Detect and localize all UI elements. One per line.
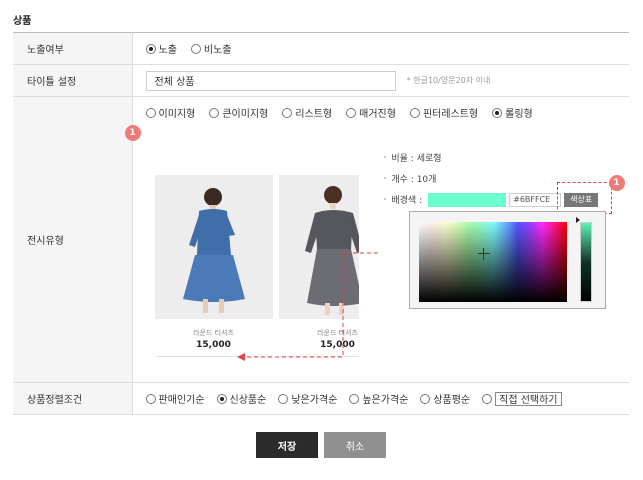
option-label: 리스트형 bbox=[295, 109, 333, 120]
annotation-badge: 1 bbox=[608, 175, 625, 191]
sort-option-high-price[interactable]: 높은가격순 bbox=[349, 391, 408, 406]
radio-unchecked-icon[interactable] bbox=[145, 393, 156, 404]
bgcolor-label: 배경색 : bbox=[391, 196, 423, 206]
display-type-option-list[interactable]: 리스트형 bbox=[282, 105, 332, 120]
option-label: 큰이미지형 bbox=[222, 109, 269, 120]
sort-option-popular[interactable]: 판매인기순 bbox=[145, 391, 205, 406]
radio-unchecked-icon[interactable] bbox=[482, 393, 493, 404]
visibility-radio-group: 노출 비노출 bbox=[145, 41, 630, 56]
option-label: 신상품순 bbox=[229, 395, 267, 406]
bullet-icon: · bbox=[383, 194, 387, 205]
annotation-arrow bbox=[236, 252, 378, 361]
section-title: 상품 bbox=[13, 16, 32, 27]
option-label: 비노출 bbox=[203, 45, 232, 56]
manual-select-button[interactable]: 직접 선택하기 bbox=[495, 391, 562, 406]
radio-unchecked-icon[interactable] bbox=[420, 393, 431, 404]
radio-unchecked-icon[interactable] bbox=[349, 393, 360, 404]
color-picker-crosshair-icon[interactable] bbox=[477, 248, 490, 260]
sort-radio-group: 판매인기순 신상품순 낮은가격순 높은가격순 상품평순 직접 선택하기 bbox=[145, 391, 630, 406]
display-type-option-pinterest[interactable]: 핀터레스트형 bbox=[409, 105, 479, 120]
annotation-highlight-box bbox=[556, 182, 612, 214]
form-actions: 저장 취소 bbox=[256, 432, 386, 458]
annotation-badge: 1 bbox=[124, 125, 141, 141]
display-type-option-rolling[interactable]: 롤링형 bbox=[492, 105, 533, 120]
display-type-label: 전시유형 bbox=[13, 96, 133, 383]
title-hint: * 한글10/영문20자 이내 bbox=[406, 76, 491, 85]
title-input[interactable] bbox=[145, 70, 396, 91]
ratio-line: · 비율 : 세로형 bbox=[384, 147, 599, 168]
radio-unchecked-icon[interactable] bbox=[346, 107, 357, 118]
product-settings-form: 노출여부 노출 비노출 타이틀 설정 * 한글10/영문20자 이내 전시유형 bbox=[13, 32, 629, 415]
ratio-text: 비율 : 세로형 bbox=[391, 154, 442, 164]
option-label: 매거진형 bbox=[359, 109, 396, 120]
sort-option-manual[interactable]: 직접 선택하기 bbox=[482, 391, 562, 406]
save-button[interactable]: 저장 bbox=[256, 432, 318, 458]
sort-option-review[interactable]: 상품평순 bbox=[420, 391, 470, 406]
radio-unchecked-icon[interactable] bbox=[190, 43, 201, 54]
radio-checked-icon[interactable] bbox=[216, 393, 227, 404]
option-label: 상품평순 bbox=[433, 395, 471, 406]
radio-unchecked-icon[interactable] bbox=[145, 107, 156, 118]
option-label: 롤링형 bbox=[505, 109, 533, 120]
sort-condition-label: 상품정렬조건 bbox=[13, 382, 133, 415]
visibility-option-show[interactable]: 노출 bbox=[145, 41, 177, 56]
radio-checked-icon[interactable] bbox=[145, 43, 156, 54]
bgcolor-hex-input[interactable] bbox=[509, 192, 562, 207]
title-setting-label: 타이틀 설정 bbox=[13, 64, 133, 97]
visibility-option-hide[interactable]: 비노출 bbox=[190, 41, 232, 56]
radio-unchecked-icon[interactable] bbox=[282, 107, 293, 118]
display-type-area: 이미지형 큰이미지형 리스트형 매거진형 핀터레스트형 롤링형 1 라운드 티셔… bbox=[124, 97, 630, 382]
visibility-label: 노출여부 bbox=[13, 32, 133, 65]
bgcolor-swatch[interactable] bbox=[428, 192, 507, 207]
display-type-option-large-image[interactable]: 큰이미지형 bbox=[209, 105, 268, 120]
option-label: 노출 bbox=[158, 45, 177, 56]
cancel-button[interactable]: 취소 bbox=[324, 432, 386, 458]
display-type-radio-group: 이미지형 큰이미지형 리스트형 매거진형 핀터레스트형 롤링형 bbox=[145, 105, 547, 120]
display-type-option-image[interactable]: 이미지형 bbox=[145, 105, 196, 120]
display-type-option-magazine[interactable]: 매거진형 bbox=[346, 105, 396, 120]
option-label: 이미지형 bbox=[158, 109, 196, 120]
radio-unchecked-icon[interactable] bbox=[209, 107, 220, 118]
option-label: 핀터레스트형 bbox=[422, 109, 479, 120]
bullet-icon: · bbox=[383, 152, 387, 163]
option-label: 판매인기순 bbox=[158, 395, 205, 406]
sort-option-low-price[interactable]: 낮은가격순 bbox=[278, 391, 337, 406]
radio-checked-icon[interactable] bbox=[492, 107, 503, 118]
option-label: 높은가격순 bbox=[362, 395, 409, 406]
count-text: 개수 : 10개 bbox=[391, 175, 437, 185]
color-picker-spectrum[interactable] bbox=[418, 222, 567, 302]
radio-unchecked-icon[interactable] bbox=[278, 393, 289, 404]
radio-unchecked-icon[interactable] bbox=[409, 107, 420, 118]
bullet-icon: · bbox=[383, 173, 387, 184]
color-picker-popup bbox=[408, 211, 606, 309]
sort-option-newest[interactable]: 신상품순 bbox=[216, 391, 267, 406]
option-label: 낮은가격순 bbox=[291, 395, 338, 406]
color-picker-brightness-slider[interactable] bbox=[579, 222, 592, 302]
